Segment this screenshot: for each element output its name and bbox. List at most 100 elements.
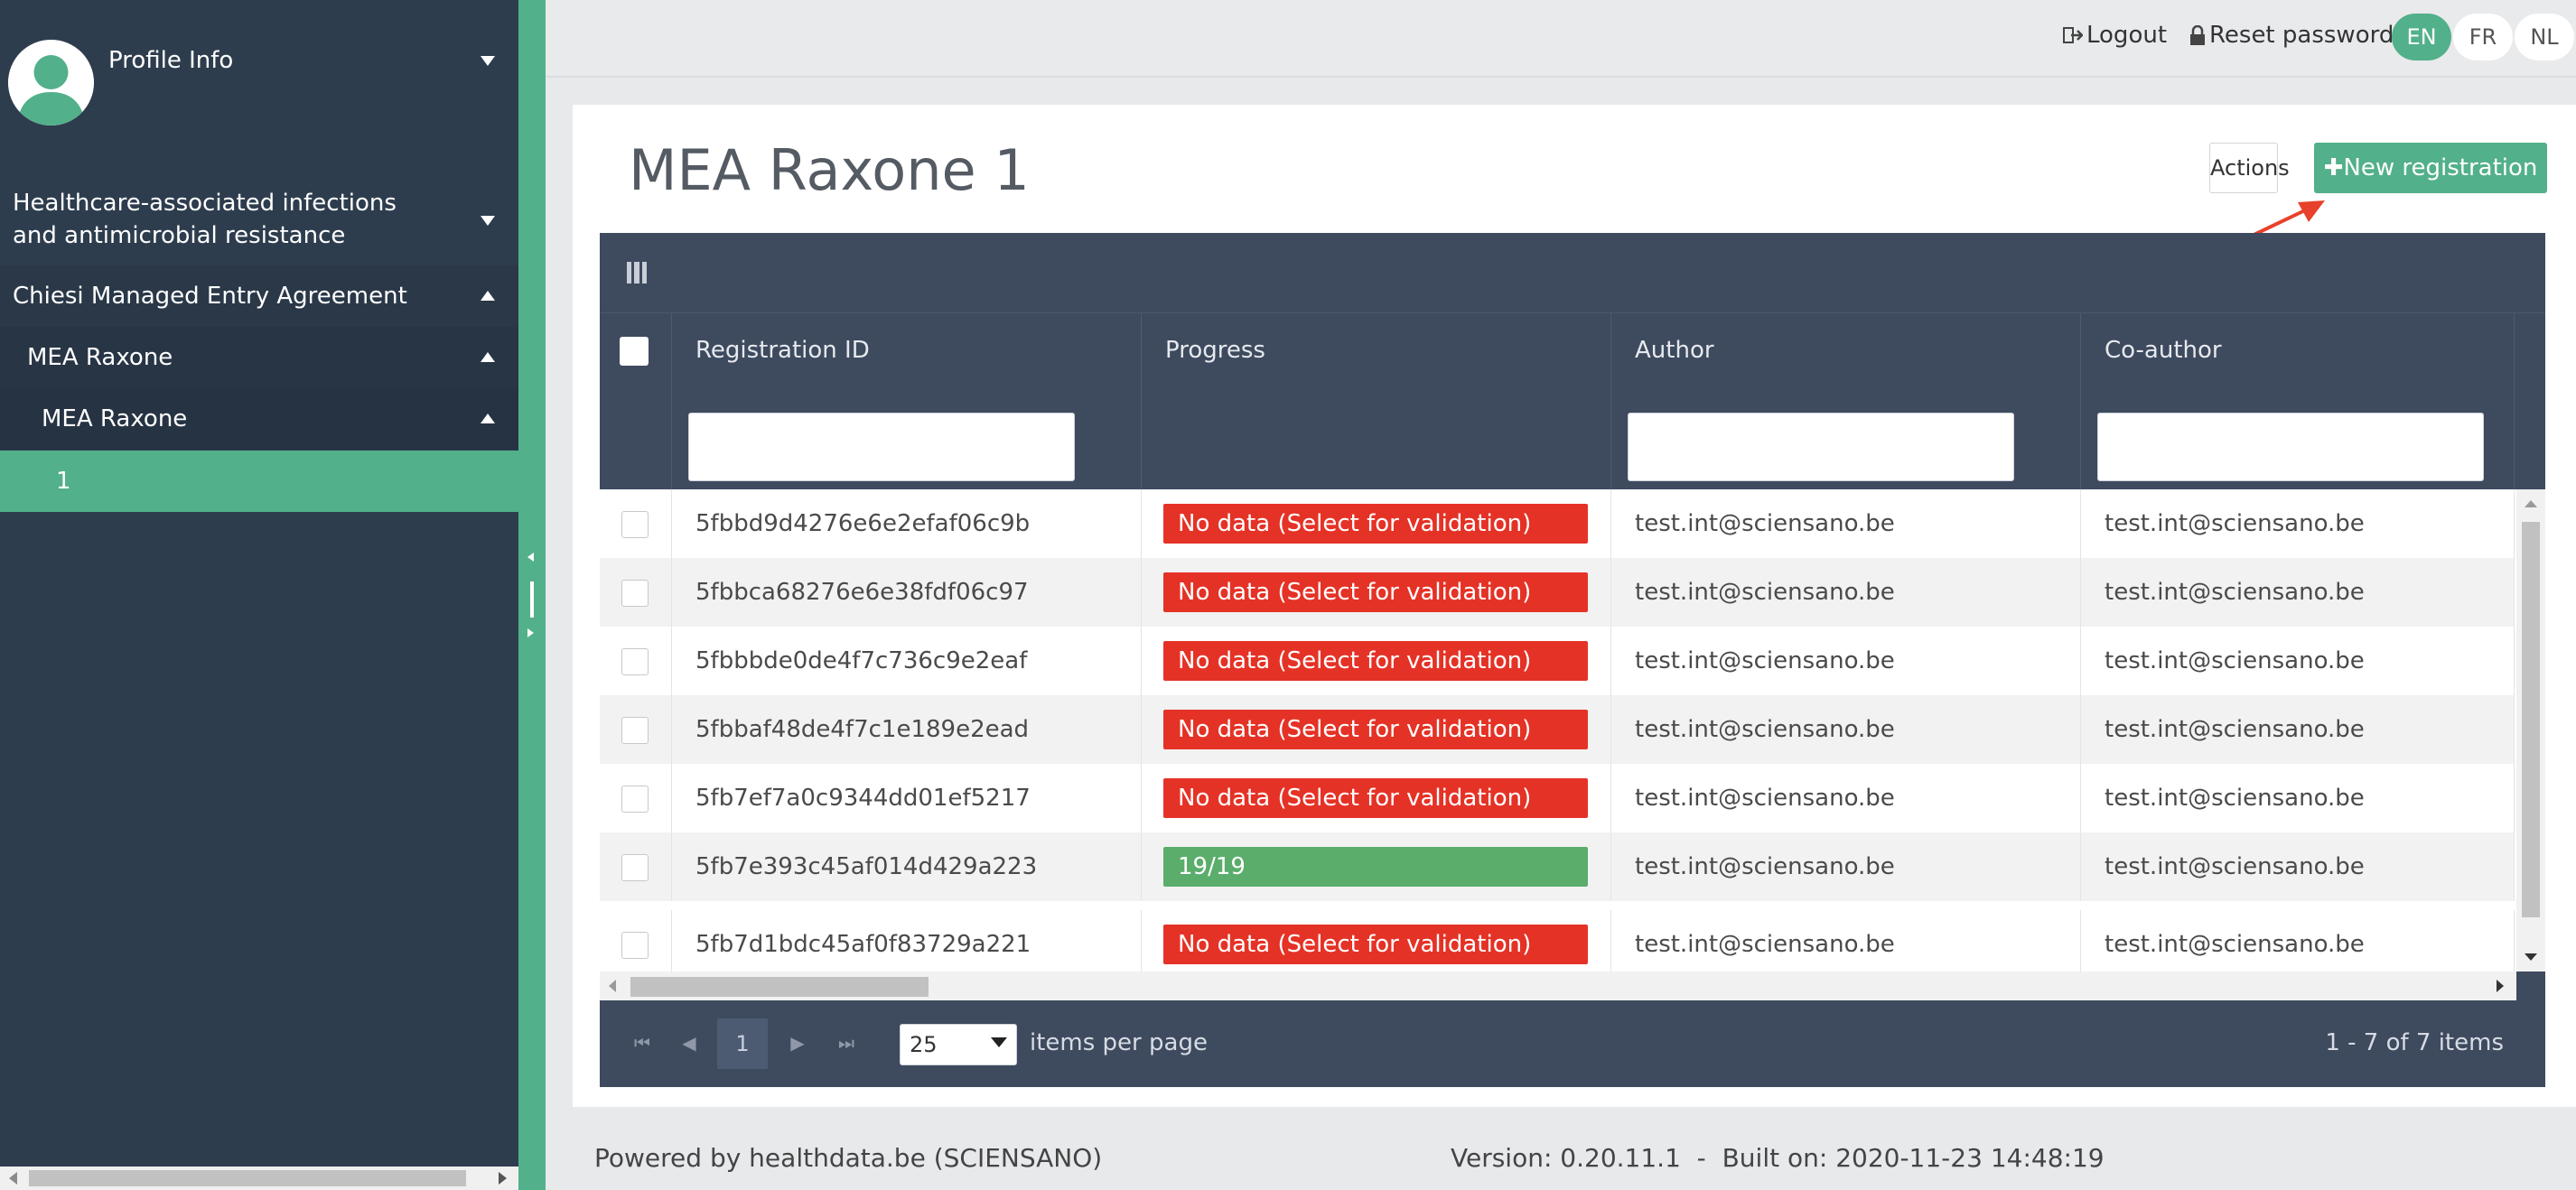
sidebar-item-1[interactable]: 1 <box>0 451 518 512</box>
chevron-up-icon <box>481 352 495 362</box>
coauthor: test.int@sciensano.be <box>2105 579 2365 606</box>
progress-badge[interactable]: No data (Select for validation) <box>1163 710 1588 749</box>
registration-id: 5fb7d1bdc45af0f83729a221 <box>695 931 1031 958</box>
grid-pager: ⏮ ◀ 1 ▶ ⏭ 25 items per page 1 - 7 of 7 i… <box>600 1000 2545 1087</box>
chevron-down-icon <box>481 56 495 66</box>
main-panel: MEA Raxone 1 Actions ✚New registration R… <box>573 105 2576 1107</box>
table-row[interactable]: 5fb7ef7a0c9344dd01ef5217 No data (Select… <box>600 764 2515 832</box>
first-page-icon[interactable]: ⏮ <box>627 1027 658 1058</box>
scrollbar-thumb[interactable] <box>29 1170 466 1186</box>
logout-link[interactable]: Logout <box>2063 22 2167 49</box>
previous-page-icon[interactable]: ◀ <box>674 1027 705 1058</box>
table-row[interactable]: 5fb7e393c45af014d429a223 19/19 test.int@… <box>600 832 2515 901</box>
scroll-left-icon[interactable] <box>609 980 616 992</box>
scroll-right-icon[interactable] <box>2497 980 2504 992</box>
column-registration-id[interactable]: Registration ID <box>672 313 1142 490</box>
sidebar: Profile Info Healthcare-associated infec… <box>0 0 518 1190</box>
registration-id-filter-input[interactable] <box>688 413 1075 481</box>
progress-badge[interactable]: No data (Select for validation) <box>1163 925 1588 964</box>
scroll-right-icon[interactable] <box>499 1172 507 1185</box>
chevron-down-icon <box>481 216 495 226</box>
scrollbar-thumb[interactable] <box>630 977 929 997</box>
last-page-icon[interactable]: ⏭ <box>831 1027 862 1058</box>
coauthor: test.int@sciensano.be <box>2105 647 2365 674</box>
language-fr-button[interactable]: FR <box>2453 14 2513 60</box>
scroll-up-icon[interactable] <box>2525 500 2537 507</box>
row-checkbox[interactable] <box>621 648 649 675</box>
row-checkbox[interactable] <box>621 854 649 881</box>
chevron-up-icon <box>481 291 495 301</box>
author: test.int@sciensano.be <box>1635 785 1895 812</box>
author: test.int@sciensano.be <box>1635 647 1895 674</box>
column-coauthor[interactable]: Co-author <box>2081 313 2515 490</box>
coauthor-filter-input[interactable] <box>2097 413 2484 481</box>
table-row[interactable]: 5fb7d1bdc45af0f83729a221 No data (Select… <box>600 910 2515 972</box>
column-header-label: Co-author <box>2105 337 2222 364</box>
coauthor: test.int@sciensano.be <box>2105 853 2365 880</box>
language-en-button[interactable]: EN <box>2392 14 2451 60</box>
drag-handle-icon[interactable] <box>530 581 534 618</box>
table-row[interactable]: 5fbbaf48de4f7c1e189e2ead No data (Select… <box>600 695 2515 764</box>
author-filter-input[interactable] <box>1628 413 2014 481</box>
reset-password-label: Reset password <box>2209 22 2394 49</box>
logout-icon <box>2063 27 2083 43</box>
actions-button[interactable]: Actions <box>2209 143 2290 193</box>
table-row[interactable]: 5fbbd9d4276e6e2efaf06c9b No data (Select… <box>600 489 2515 558</box>
page-size-value: 25 <box>910 1032 938 1057</box>
author: test.int@sciensano.be <box>1635 931 1895 958</box>
logout-label: Logout <box>2086 22 2168 49</box>
registration-id: 5fb7e393c45af014d429a223 <box>695 853 1038 880</box>
sidebar-item-chiesi-mea[interactable]: Chiesi Managed Entry Agreement <box>0 265 518 327</box>
scroll-left-icon[interactable] <box>9 1172 17 1185</box>
items-per-page-label: items per page <box>1030 1029 1208 1056</box>
coauthor: test.int@sciensano.be <box>2105 510 2365 537</box>
table-row[interactable]: 5fbbbde0de4f7c736c9e2eaf No data (Select… <box>600 627 2515 695</box>
sidebar-item-mea-raxone-sub[interactable]: MEA Raxone <box>0 388 518 450</box>
language-nl-button[interactable]: NL <box>2515 14 2574 60</box>
grid-horizontal-scrollbar[interactable] <box>600 972 2516 1000</box>
registration-id: 5fbbbde0de4f7c736c9e2eaf <box>695 647 1028 674</box>
progress-badge[interactable]: No data (Select for validation) <box>1163 504 1588 544</box>
author: test.int@sciensano.be <box>1635 853 1895 880</box>
collapse-left-icon[interactable] <box>527 553 534 562</box>
scrollbar-thumb[interactable] <box>2522 522 2540 917</box>
sidebar-item-mea-raxone[interactable]: MEA Raxone <box>0 327 518 388</box>
scroll-down-icon[interactable] <box>2525 953 2537 961</box>
current-page-button[interactable]: 1 <box>717 1018 768 1069</box>
grid-toolbar <box>600 233 2545 312</box>
row-checkbox[interactable] <box>621 717 649 744</box>
row-checkbox[interactable] <box>621 580 649 607</box>
grid-vertical-scrollbar[interactable] <box>2516 489 2545 972</box>
registration-id: 5fbbaf48de4f7c1e189e2ead <box>695 716 1030 743</box>
expand-right-icon[interactable] <box>527 628 534 637</box>
row-checkbox[interactable] <box>621 511 649 538</box>
profile-menu[interactable]: Profile Info <box>0 0 518 147</box>
footer-powered-by: Powered by healthdata.be (SCIENSANO) <box>594 1143 1103 1173</box>
row-checkbox[interactable] <box>621 786 649 813</box>
column-progress[interactable]: Progress <box>1142 313 1611 490</box>
columns-icon[interactable] <box>627 262 647 284</box>
new-registration-label: New registration <box>2343 154 2538 181</box>
progress-badge[interactable]: 19/19 <box>1163 847 1588 887</box>
column-author[interactable]: Author <box>1611 313 2081 490</box>
row-checkbox[interactable] <box>621 932 649 959</box>
sidebar-collapse-handle[interactable] <box>524 545 540 645</box>
next-page-icon[interactable]: ▶ <box>782 1027 813 1058</box>
grid-body: 5fbbd9d4276e6e2efaf06c9b No data (Select… <box>600 489 2545 972</box>
progress-badge[interactable]: No data (Select for validation) <box>1163 572 1588 612</box>
author: test.int@sciensano.be <box>1635 716 1895 743</box>
new-registration-button[interactable]: ✚New registration <box>2314 143 2547 193</box>
reset-password-link[interactable]: Reset password <box>2189 22 2394 49</box>
author: test.int@sciensano.be <box>1635 510 1895 537</box>
select-all-checkbox[interactable] <box>620 337 649 366</box>
sidebar-horizontal-scrollbar[interactable] <box>0 1167 518 1190</box>
sidebar-item-healthcare-infections[interactable]: Healthcare-associated infections and ant… <box>0 174 518 265</box>
page-title: MEA Raxone 1 <box>629 137 1030 203</box>
progress-badge[interactable]: No data (Select for validation) <box>1163 778 1588 818</box>
grid-header: Registration ID Progress Author Co-autho… <box>600 312 2545 490</box>
coauthor: test.int@sciensano.be <box>2105 931 2365 958</box>
page-size-select[interactable]: 25 <box>900 1024 1017 1065</box>
chevron-down-icon <box>991 1037 1007 1047</box>
progress-badge[interactable]: No data (Select for validation) <box>1163 641 1588 681</box>
table-row[interactable]: 5fbbca68276e6e38fdf06c97 No data (Select… <box>600 558 2515 627</box>
